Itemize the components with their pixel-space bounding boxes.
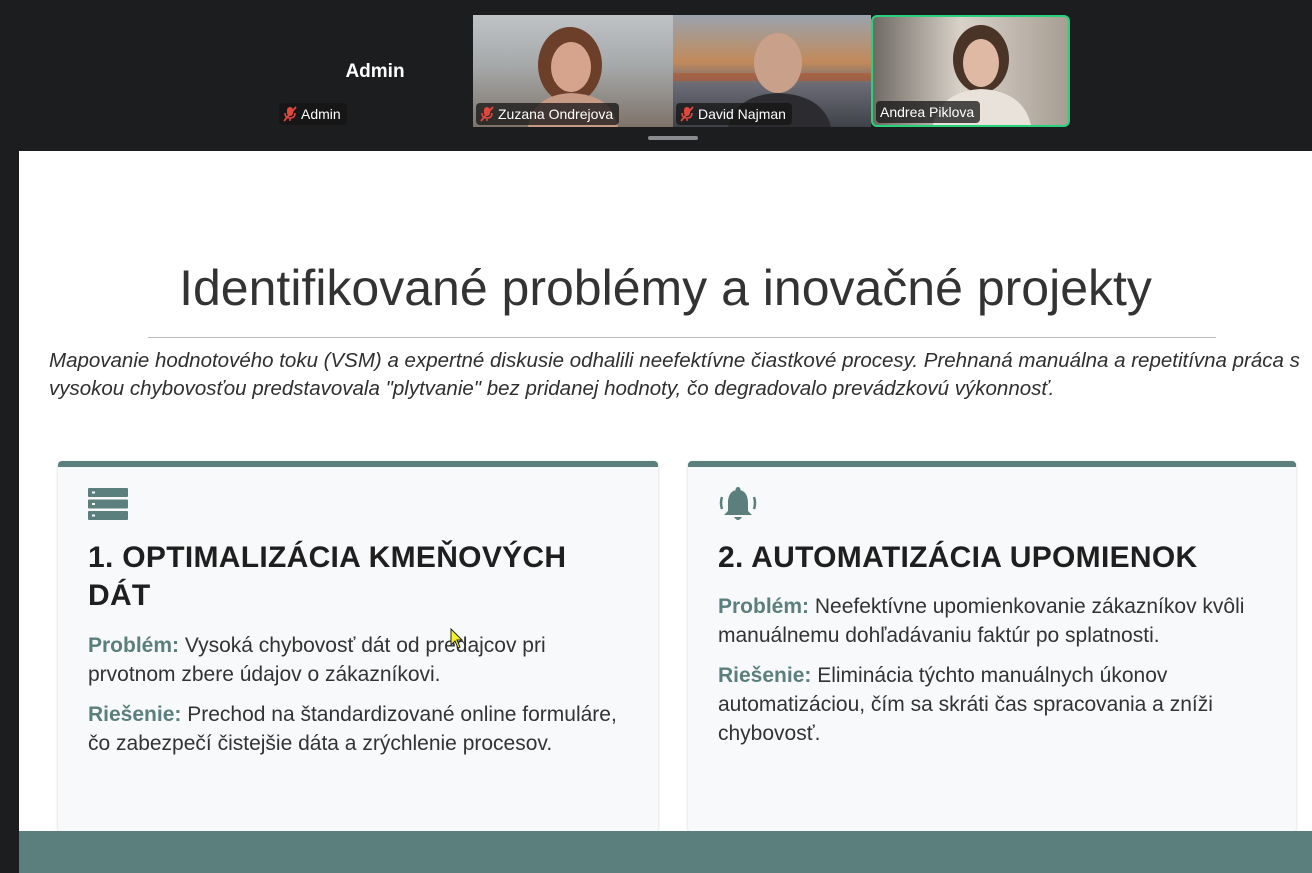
participant-tile-admin[interactable]: Admin Admin: [277, 15, 473, 127]
card-solution: Riešenie: Eliminácia týchto manuálnych ú…: [718, 661, 1262, 748]
problem-label: Problém:: [718, 595, 810, 618]
participant-name-label: David Najman: [676, 103, 792, 125]
problem-label: Problém:: [88, 634, 180, 657]
participant-name-label: Admin: [279, 103, 347, 125]
participant-tile-david[interactable]: David Najman: [673, 15, 871, 127]
mic-muted-icon: [283, 106, 297, 122]
participant-name-label: Zuzana Ondrejova: [476, 103, 620, 125]
solution-label: Riešenie:: [718, 664, 812, 687]
participant-display-name: Admin: [345, 61, 405, 82]
card-heading: 2. AUTOMATIZÁCIA UPOMIENOK: [718, 541, 1198, 574]
solution-label: Riešenie:: [88, 703, 182, 726]
participant-name: Admin: [301, 106, 341, 122]
card-heading: 1. OPTIMALIZÁCIA KMEŇOVÝCH DÁT: [88, 541, 567, 612]
participant-name: David Najman: [698, 106, 786, 122]
card-problem: Problém: Vysoká chybovosť dát od predajc…: [88, 631, 624, 689]
participant-tile-zuzana[interactable]: Zuzana Ondrejova: [473, 15, 673, 127]
bell-ringing-icon: [719, 487, 757, 520]
mic-muted-icon: [680, 106, 694, 122]
shared-slide: Identifikované problémy a inovačné proje…: [19, 151, 1312, 873]
slide-intro: Mapovanie hodnotového toku (VSM) a exper…: [49, 349, 1300, 400]
slide-title: Identifikované problémy a inovačné proje…: [179, 260, 1152, 316]
mouse-pointer-icon: [450, 628, 464, 649]
card-reminder-automation: 2. AUTOMATIZÁCIA UPOMIENOK Problém: Neef…: [688, 461, 1296, 832]
slide-footer-bar: [19, 831, 1312, 873]
participant-name: Andrea Piklova: [880, 104, 975, 120]
participant-tile-andrea[interactable]: Andrea Piklova: [871, 15, 1070, 127]
card-solution: Riešenie: Prechod na štandardizované onl…: [88, 700, 624, 758]
database-list-icon: [88, 488, 128, 520]
strip-pager-handle[interactable]: [648, 136, 698, 140]
title-divider: [148, 337, 1216, 338]
participant-name: Zuzana Ondrejova: [498, 106, 614, 122]
card-problem: Problém: Neefektívne upomienkovanie záka…: [718, 592, 1262, 650]
participant-strip: Admin Admin Zuzana Ondrejova David Najma…: [0, 0, 1312, 150]
mic-muted-icon: [480, 106, 494, 122]
participant-name-label: Andrea Piklova: [876, 101, 981, 123]
card-master-data: 1. OPTIMALIZÁCIA KMEŇOVÝCH DÁT Problém: …: [58, 461, 658, 832]
